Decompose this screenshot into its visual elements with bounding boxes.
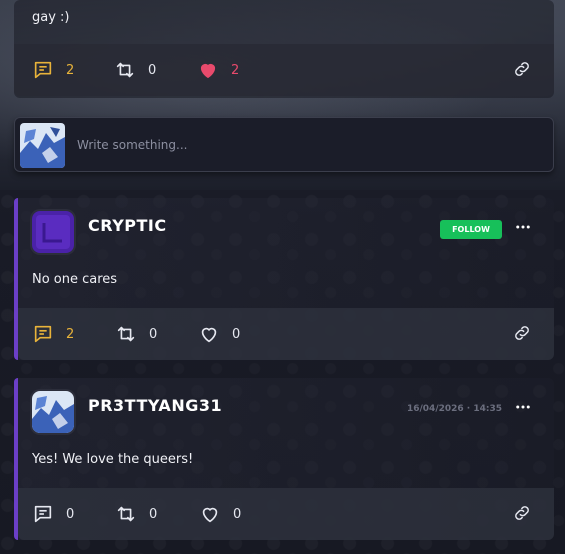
copy-link-button[interactable] — [512, 503, 532, 523]
post-composer — [14, 117, 554, 172]
like-button[interactable]: 2 — [197, 44, 239, 96]
like-button[interactable]: 0 — [199, 488, 241, 540]
post-username[interactable]: CRYPTIC — [88, 216, 167, 235]
heart-icon — [201, 327, 217, 343]
compose-input[interactable] — [77, 133, 517, 157]
post-actions: 2 0 2 — [14, 44, 554, 96]
repost-count: 0 — [148, 62, 157, 78]
copy-link-button[interactable] — [512, 323, 532, 343]
like-count: 0 — [232, 326, 241, 342]
comment-count: 0 — [66, 506, 75, 522]
more-icon — [516, 405, 530, 409]
post-text: No one cares — [32, 272, 118, 287]
avatar[interactable] — [32, 391, 74, 433]
post-text: gay :) — [32, 10, 70, 25]
repost-icon — [116, 62, 134, 78]
comment-icon — [34, 505, 52, 523]
repost-count: 0 — [149, 326, 158, 342]
more-options-button[interactable] — [514, 398, 532, 416]
repost-button[interactable]: 0 — [115, 488, 157, 540]
repost-button[interactable]: 0 — [114, 44, 156, 96]
comment-button[interactable]: 2 — [32, 44, 74, 96]
post-card: PR3TTYANG31 16/04/2026 · 14:35 Yes! We l… — [14, 378, 554, 540]
comment-icon — [34, 325, 52, 343]
repost-icon — [117, 326, 135, 342]
comment-icon — [34, 61, 52, 79]
comment-count: 2 — [66, 326, 75, 342]
post-actions: 0 0 0 — [18, 488, 554, 540]
repost-count: 0 — [149, 506, 158, 522]
like-button[interactable]: 0 — [198, 308, 240, 360]
like-count: 2 — [231, 62, 240, 78]
post-actions: 2 0 0 — [18, 308, 554, 360]
follow-button[interactable]: FOLLOW — [440, 220, 502, 239]
comment-count: 2 — [66, 62, 75, 78]
post-text: Yes! We love the queers! — [32, 452, 194, 467]
link-icon — [515, 506, 529, 520]
more-options-button[interactable] — [514, 218, 532, 236]
like-count: 0 — [233, 506, 242, 522]
post-username[interactable]: PR3TTYANG31 — [88, 396, 222, 415]
comment-button[interactable]: 0 — [32, 488, 74, 540]
repost-icon — [117, 506, 135, 522]
link-icon — [515, 326, 529, 340]
post-card: CRYPTIC FOLLOW No one cares 2 0 0 — [14, 198, 554, 360]
comment-button[interactable]: 2 — [32, 308, 74, 360]
heart-icon — [200, 63, 216, 79]
copy-link-button[interactable] — [512, 59, 532, 79]
link-icon — [515, 62, 529, 76]
post-timestamp: 16/04/2026 · 14:35 — [406, 404, 502, 414]
avatar[interactable] — [32, 211, 74, 253]
more-icon — [516, 225, 530, 229]
avatar — [20, 123, 65, 168]
heart-icon — [202, 507, 218, 523]
top-post-card: gay :) 2 0 2 — [14, 0, 554, 98]
repost-button[interactable]: 0 — [115, 308, 157, 360]
